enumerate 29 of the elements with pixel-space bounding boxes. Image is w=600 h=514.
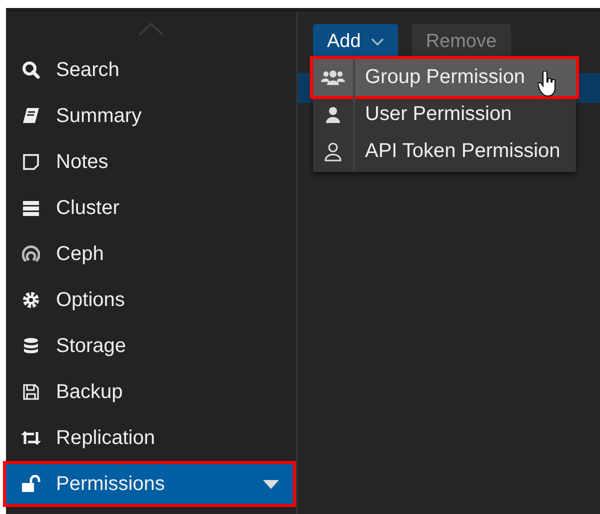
- sidebar-item[interactable]: Options: [6, 277, 296, 323]
- users-icon: [321, 68, 345, 86]
- ceph-icon: [22, 245, 40, 263]
- menu-item[interactable]: Group Permission: [313, 59, 576, 96]
- book-icon: [22, 107, 40, 125]
- sidebar-item[interactable]: Search: [6, 47, 296, 93]
- sidebar-item[interactable]: Permissions: [6, 464, 293, 504]
- repeat-arrows-icon: [21, 429, 41, 447]
- menu-item[interactable]: User Permission: [313, 96, 576, 133]
- hand-cursor-icon: [538, 71, 558, 97]
- sidebar-item[interactable]: Notes: [6, 139, 296, 185]
- sidebar-item[interactable]: Replication: [6, 415, 296, 461]
- note-icon: [22, 153, 40, 171]
- floppy-icon: [22, 383, 40, 401]
- database-icon: [22, 337, 40, 355]
- user-icon: [324, 142, 342, 162]
- chevron-down-icon: [370, 38, 384, 46]
- sidebar-item[interactable]: Cluster: [6, 185, 296, 231]
- server-icon: [22, 199, 40, 217]
- search-icon: [22, 61, 40, 79]
- unlocked-padlock-icon: [21, 475, 41, 493]
- gear-icon: [22, 291, 40, 309]
- sidebar-item[interactable]: Storage: [6, 323, 296, 369]
- sidebar-item[interactable]: Summary: [6, 93, 296, 139]
- sidebar-item[interactable]: Backup: [6, 369, 296, 415]
- user-icon: [325, 106, 341, 124]
- menu-item[interactable]: API Token Permission: [313, 133, 576, 170]
- dropdown-caret-icon[interactable]: [263, 480, 279, 488]
- sidebar-item[interactable]: Ceph: [6, 231, 296, 277]
